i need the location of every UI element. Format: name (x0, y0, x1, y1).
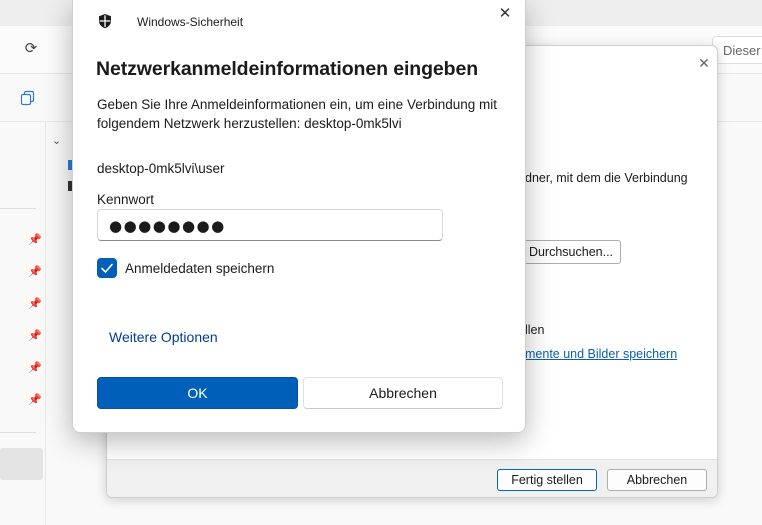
remember-credentials-label[interactable]: Anmeldedaten speichern (125, 261, 274, 276)
wizard-option-label: llen (525, 323, 545, 337)
pin-icon: 📌 (28, 330, 42, 342)
shield-icon (99, 14, 111, 29)
password-input[interactable]: ●●●●●●●● (97, 209, 443, 241)
wizard-cancel-button[interactable]: Abbrechen (607, 469, 707, 491)
pin-icon: 📌 (28, 266, 42, 278)
dialog-description: Geben Sie Ihre Anmeldeinformationen ein,… (97, 97, 497, 131)
pin-icon: 📌 (28, 234, 42, 246)
dialog-heading: Netzwerkanmeldeinformationen eingeben (96, 58, 479, 80)
close-icon[interactable]: ✕ (493, 4, 517, 24)
ok-button[interactable]: OK (97, 377, 298, 409)
pin-icon: 📌 (28, 362, 42, 374)
copy-icon[interactable] (20, 90, 36, 106)
nav-selected-item[interactable] (0, 448, 43, 480)
wizard-footer: Fertig stellen Abbrechen (107, 459, 717, 497)
refresh-icon[interactable]: ⟳ (22, 40, 40, 58)
nav-divider (0, 432, 36, 433)
pin-icon: 📌 (28, 394, 42, 406)
nav-divider (0, 208, 36, 209)
remember-credentials-checkbox[interactable] (97, 258, 117, 278)
windows-security-dialog: Windows-Sicherheit ✕ Netzwerkanmeldeinfo… (72, 0, 526, 433)
password-label: Kennwort (97, 192, 155, 207)
dialog-app-title: Windows-Sicherheit (137, 15, 244, 29)
more-options-link[interactable]: Weitere Optionen (109, 329, 218, 345)
wizard-link[interactable]: mente und Bilder speichern (525, 347, 677, 361)
close-icon[interactable]: ✕ (695, 54, 713, 72)
pin-icon: 📌 (28, 298, 42, 310)
check-icon (101, 263, 113, 273)
chevron-down-icon[interactable]: ⌄ (52, 134, 61, 147)
cancel-button[interactable]: Abbrechen (303, 377, 503, 409)
wizard-folder-description: dner, mit dem die Verbindung (525, 171, 688, 185)
finish-button[interactable]: Fertig stellen (497, 469, 597, 491)
browse-button[interactable]: Durchsuchen... (521, 240, 621, 264)
username-label: desktop-0mk5lvi\user (97, 161, 225, 176)
search-input[interactable]: Dieser (712, 36, 762, 64)
